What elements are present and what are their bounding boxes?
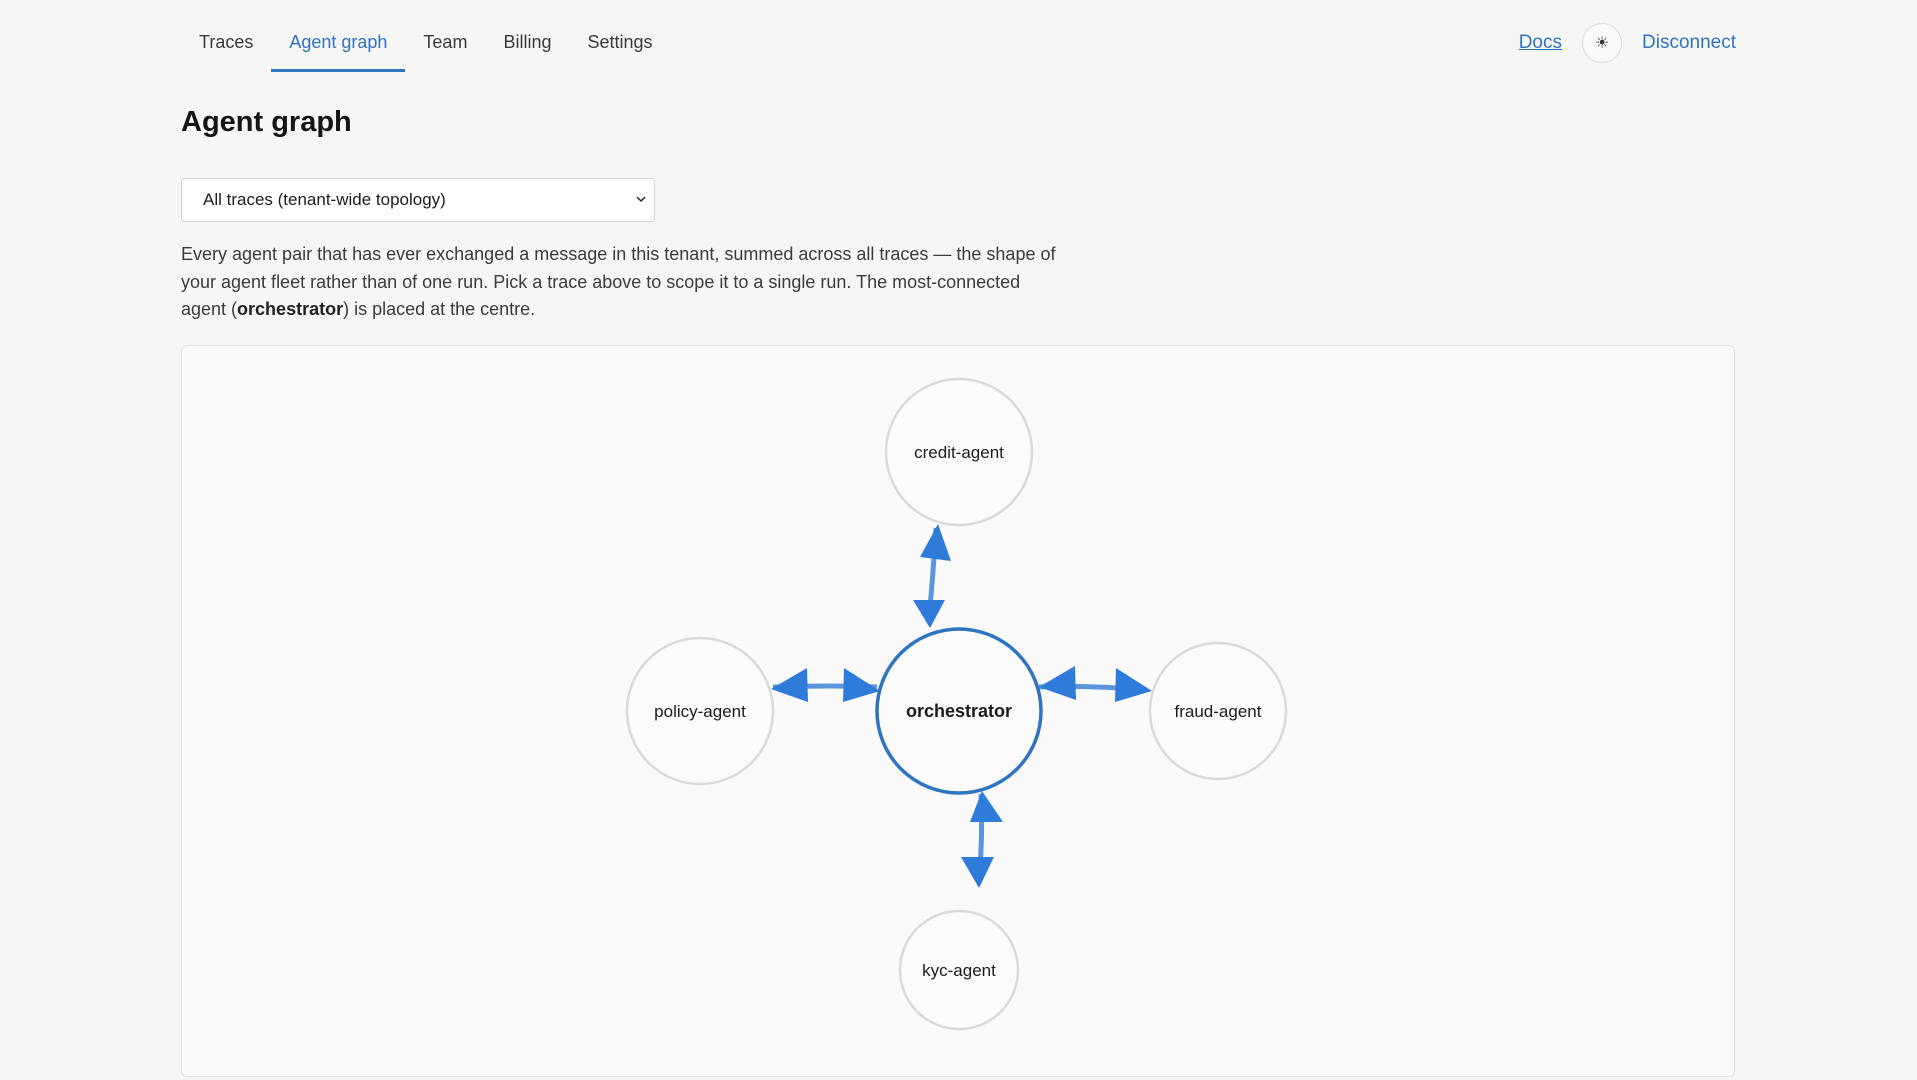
svg-text:policy-agent: policy-agent	[654, 702, 746, 721]
arrowhead-from-credit-agent	[913, 600, 945, 628]
tab-settings[interactable]: Settings	[569, 0, 670, 72]
node-fraud-agent[interactable]: fraud-agent	[1148, 641, 1288, 781]
top-navigation: Traces Agent graph Team Billing Settings…	[0, 0, 1917, 74]
svg-text:orchestrator: orchestrator	[906, 701, 1012, 721]
tab-agent-graph[interactable]: Agent graph	[271, 0, 406, 72]
svg-text:fraud-agent: fraud-agent	[1175, 702, 1262, 721]
arrowhead-from-fraud-agent	[1039, 666, 1076, 700]
arrowhead-from-kyc-agent	[970, 791, 1003, 822]
arrowhead-to-fraud-agent	[1115, 668, 1152, 702]
node-policy-agent[interactable]: policy-agent	[625, 636, 775, 786]
sun-icon: ☀	[1594, 35, 1610, 52]
node-kyc-agent[interactable]: kyc-agent	[898, 909, 1020, 1031]
trace-select-value: All traces (tenant-wide topology)	[203, 190, 446, 209]
tab-team[interactable]: Team	[405, 0, 485, 72]
page-title: Agent graph	[181, 106, 352, 138]
node-orchestrator[interactable]: orchestrator	[875, 627, 1043, 795]
arrowhead-to-kyc-agent	[961, 857, 994, 888]
highlighted-agent: orchestrator	[237, 299, 344, 319]
nav-tabs: Traces Agent graph Team Billing Settings	[181, 0, 671, 72]
page-description: Every agent pair that has ever exchanged…	[181, 244, 1056, 319]
docs-link[interactable]: Docs	[1519, 32, 1562, 54]
svg-text:kyc-agent: kyc-agent	[922, 961, 996, 980]
agent-graph-panel: credit-agent policy-agent orchestrator f…	[181, 345, 1735, 1077]
chevron-down-icon	[636, 196, 646, 203]
agent-graph-svg: credit-agent policy-agent orchestrator f…	[625, 377, 1288, 1031]
trace-select[interactable]: All traces (tenant-wide topology)	[181, 178, 655, 222]
svg-text:credit-agent: credit-agent	[914, 443, 1004, 462]
disconnect-link[interactable]: Disconnect	[1642, 32, 1736, 54]
node-credit-agent[interactable]: credit-agent	[884, 377, 1034, 527]
arrowhead-to-credit-agent	[920, 524, 951, 561]
tab-traces[interactable]: Traces	[181, 0, 271, 72]
tab-billing[interactable]: Billing	[485, 0, 569, 72]
theme-toggle-button[interactable]: ☀	[1582, 23, 1622, 63]
nav-actions: Docs ☀ Disconnect	[1519, 22, 1736, 64]
